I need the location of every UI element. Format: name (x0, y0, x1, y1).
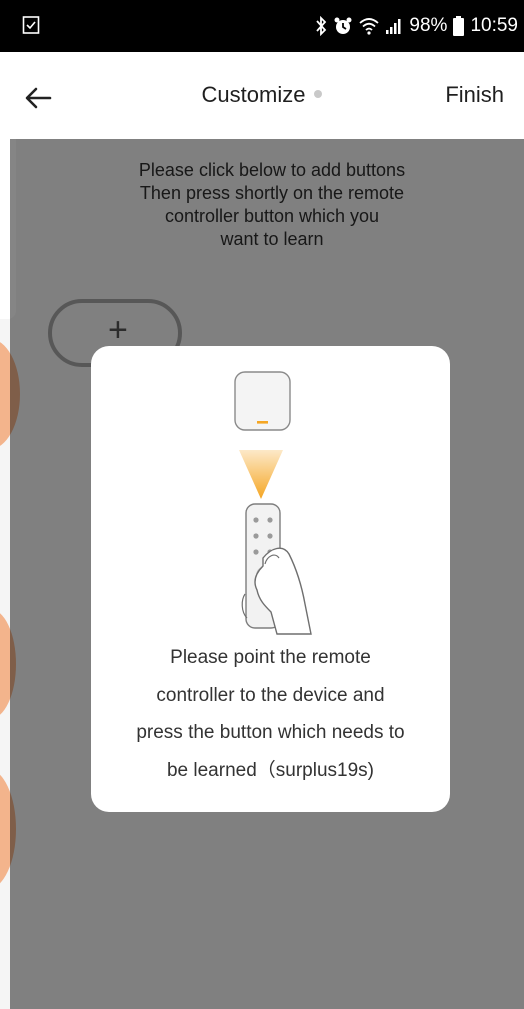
learning-dialog: Please point the remote controller to th… (91, 346, 450, 812)
header-bar: Customize Finish (0, 52, 524, 139)
battery-percent: 98% (409, 15, 448, 36)
title-status-dot (314, 90, 323, 99)
status-icons: 98% 10:59 (309, 13, 518, 39)
remote-pointing-at-device-illustration (234, 371, 312, 635)
wifi-icon (359, 18, 380, 35)
page-title-text: Customize (201, 82, 306, 107)
status-bar: 98% 10:59 (0, 0, 524, 52)
screen: 98% 10:59 Customize Finish Please click … (0, 0, 524, 1009)
dialog-message-line: press the button which needs to (136, 722, 405, 743)
dialog-message-line: be learned（surplus19s) (166, 759, 374, 781)
dialog-message-line: Please point the remote (170, 647, 371, 668)
battery-icon (453, 16, 465, 36)
clock: 10:59 (470, 15, 518, 36)
dialog-message-line: controller to the device and (156, 684, 385, 706)
checkbox-notification-icon (22, 16, 40, 34)
alarm-icon (334, 17, 352, 34)
signal-icon (386, 19, 401, 34)
bluetooth-icon (316, 16, 327, 36)
finish-button[interactable]: Finish (445, 82, 504, 108)
dialog-message: Please point the remote controller to th… (111, 639, 430, 789)
